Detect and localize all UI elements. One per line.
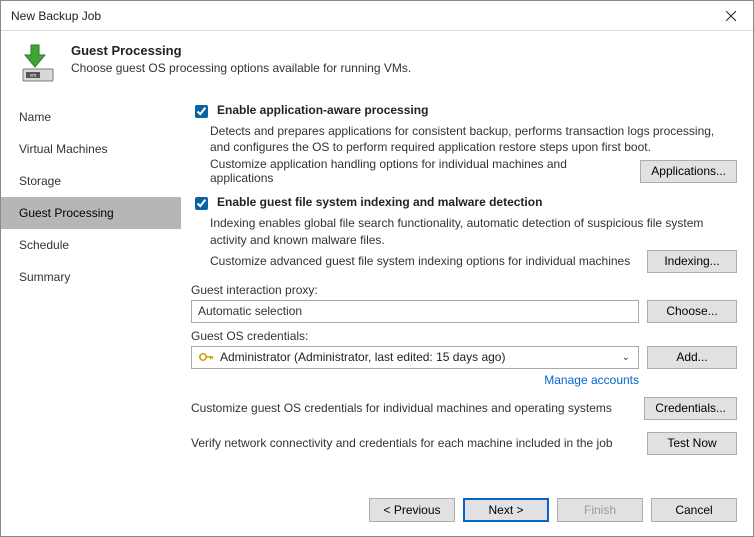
applications-button[interactable]: Applications... [640, 160, 737, 183]
credentials-button[interactable]: Credentials... [644, 397, 737, 420]
close-button[interactable] [709, 1, 753, 31]
sidebar-item-summary[interactable]: Summary [1, 261, 181, 293]
proxy-row: Automatic selection Choose... [191, 300, 737, 323]
app-aware-customize-text: Customize application handling options f… [210, 157, 630, 185]
sidebar-item-storage[interactable]: Storage [1, 165, 181, 197]
enable-indexing-label: Enable guest file system indexing and ma… [217, 195, 542, 209]
credentials-value: Administrator (Administrator, last edite… [220, 350, 612, 364]
indexing-customize-text: Customize advanced guest file system ind… [210, 254, 637, 268]
add-credentials-button[interactable]: Add... [647, 346, 737, 369]
close-icon [726, 11, 736, 21]
key-icon [198, 349, 214, 365]
enable-app-aware-checkbox[interactable] [195, 105, 208, 118]
wizard-content: Enable application-aware processing Dete… [181, 97, 753, 488]
verify-text: Verify network connectivity and credenti… [191, 436, 637, 450]
wizard-footer: < Previous Next > Finish Cancel [1, 488, 753, 536]
proxy-field[interactable]: Automatic selection [191, 300, 639, 323]
titlebar: New Backup Job [1, 1, 753, 31]
previous-button[interactable]: < Previous [369, 498, 455, 522]
indexing-button[interactable]: Indexing... [647, 250, 737, 273]
enable-indexing-checkbox[interactable] [195, 197, 208, 210]
chevron-down-icon: ⌄ [618, 352, 634, 363]
next-button[interactable]: Next > [463, 498, 549, 522]
page-title: Guest Processing [71, 43, 411, 58]
enable-app-aware-label: Enable application-aware processing [217, 103, 428, 117]
proxy-label: Guest interaction proxy: [191, 283, 737, 297]
credentials-combobox[interactable]: Administrator (Administrator, last edite… [191, 346, 639, 369]
credentials-row: Administrator (Administrator, last edite… [191, 346, 737, 369]
test-now-button[interactable]: Test Now [647, 432, 737, 455]
dialog-window: New Backup Job vm Guest Processing Choos… [0, 0, 754, 537]
indexing-customize-row: Customize advanced guest file system ind… [210, 250, 737, 273]
choose-proxy-button[interactable]: Choose... [647, 300, 737, 323]
proxy-value: Automatic selection [198, 304, 302, 318]
page-description: Choose guest OS processing options avail… [71, 61, 411, 75]
wizard-steps-sidebar: Name Virtual Machines Storage Guest Proc… [1, 97, 181, 488]
manage-accounts-link[interactable]: Manage accounts [191, 373, 737, 387]
sidebar-item-guest-processing[interactable]: Guest Processing [1, 197, 181, 229]
svg-text:vm: vm [30, 73, 37, 79]
finish-button: Finish [557, 498, 643, 522]
credentials-customize-row: Customize guest OS credentials for indiv… [191, 397, 737, 420]
credentials-customize-text: Customize guest OS credentials for indiv… [191, 401, 634, 415]
app-aware-row: Enable application-aware processing [191, 103, 737, 121]
indexing-row: Enable guest file system indexing and ma… [191, 195, 737, 213]
sidebar-item-schedule[interactable]: Schedule [1, 229, 181, 261]
sidebar-item-virtual-machines[interactable]: Virtual Machines [1, 133, 181, 165]
verify-row: Verify network connectivity and credenti… [191, 432, 737, 455]
wizard-body: Name Virtual Machines Storage Guest Proc… [1, 97, 753, 488]
guest-processing-icon: vm [17, 43, 59, 83]
cancel-button[interactable]: Cancel [651, 498, 737, 522]
app-aware-customize-row: Customize application handling options f… [210, 157, 737, 185]
app-aware-description: Detects and prepares applications for co… [210, 123, 737, 155]
wizard-header: vm Guest Processing Choose guest OS proc… [1, 31, 753, 97]
sidebar-item-name[interactable]: Name [1, 101, 181, 133]
indexing-description: Indexing enables global file search func… [210, 215, 737, 247]
window-title: New Backup Job [11, 9, 101, 23]
credentials-label: Guest OS credentials: [191, 329, 737, 343]
